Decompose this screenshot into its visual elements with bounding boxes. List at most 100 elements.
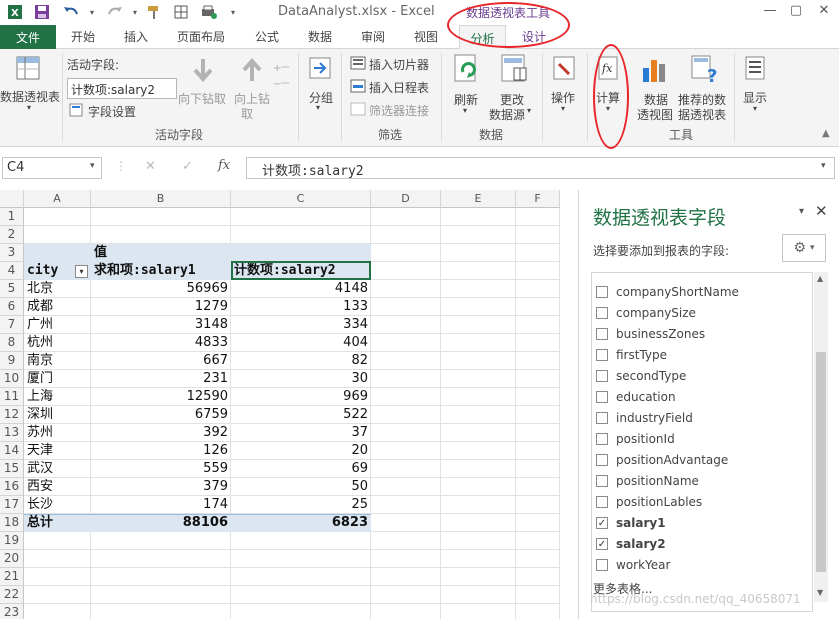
column-header[interactable]: F (516, 190, 560, 208)
actions-dropdown-icon[interactable]: ▾ (561, 104, 565, 113)
pivot-sum-cell[interactable]: 3148 (94, 316, 231, 334)
tab-page-layout[interactable]: 页面布局 (177, 28, 225, 45)
field-item-firsttype[interactable]: firstType (596, 345, 667, 365)
field-checkbox[interactable] (596, 328, 608, 340)
field-item-businesszones[interactable]: businessZones (596, 324, 705, 344)
drill-down-button[interactable]: 向下钻取 (178, 90, 226, 107)
field-item-positionname[interactable]: positionName (596, 471, 699, 491)
pivot-count-cell[interactable]: 37 (234, 424, 371, 442)
field-checkbox[interactable]: ✓ (596, 538, 608, 550)
row-header[interactable]: 8 (0, 334, 24, 352)
pivot-sum-cell[interactable]: 174 (94, 496, 231, 514)
tab-file[interactable]: 文件 (0, 25, 56, 49)
pivot-sum-cell[interactable]: 379 (94, 478, 231, 496)
field-checkbox[interactable] (596, 370, 608, 382)
pivot-city-cell[interactable]: 厦门 (27, 370, 91, 388)
pivot-city-cell[interactable]: 杭州 (27, 334, 91, 352)
sum-salary1-header[interactable]: 求和项:salary1 (94, 262, 231, 280)
insert-timeline-button[interactable]: 插入日程表 (369, 79, 429, 96)
pivotchart-button[interactable]: 透视图 (637, 106, 673, 123)
pivot-sum-cell[interactable]: 4833 (94, 334, 231, 352)
row-header[interactable]: 14 (0, 442, 24, 460)
pivot-city-cell[interactable]: 上海 (27, 388, 91, 406)
select-all-corner[interactable] (0, 190, 24, 208)
field-item-secondtype[interactable]: secondType (596, 366, 686, 386)
row-header[interactable]: 3 (0, 244, 24, 262)
pivot-count-cell[interactable]: 82 (234, 352, 371, 370)
field-checkbox[interactable]: ✓ (596, 517, 608, 529)
confirm-entry-icon[interactable]: ✓ (182, 159, 193, 174)
pivot-city-cell[interactable]: 广州 (27, 316, 91, 334)
pivot-count-cell[interactable]: 25 (234, 496, 371, 514)
refresh-dropdown-icon[interactable]: ▾ (463, 106, 467, 115)
pivot-count-cell[interactable]: 334 (234, 316, 371, 334)
row-header[interactable]: 19 (0, 532, 24, 550)
field-item-positionid[interactable]: positionId (596, 429, 675, 449)
row-header[interactable]: 10 (0, 370, 24, 388)
scrollbar-thumb[interactable] (816, 352, 826, 572)
pivot-count-cell[interactable]: 522 (234, 406, 371, 424)
row-header[interactable]: 1 (0, 208, 24, 226)
pivot-city-cell[interactable]: 北京 (27, 280, 91, 298)
column-header[interactable]: E (441, 190, 516, 208)
expand-formula-icon[interactable]: ▾ (821, 161, 826, 171)
tools-gear-icon[interactable]: ⚙ ▾ (782, 234, 826, 262)
pivot-count-cell[interactable]: 30 (234, 370, 371, 388)
tab-data[interactable]: 数据 (308, 28, 332, 45)
pivot-count-cell[interactable]: 969 (234, 388, 371, 406)
restore-icon[interactable]: ▢ (786, 3, 806, 18)
field-checkbox[interactable] (596, 475, 608, 487)
pivot-city-cell[interactable]: 苏州 (27, 424, 91, 442)
field-item-industryfield[interactable]: industryField (596, 408, 693, 428)
tab-view[interactable]: 视图 (414, 28, 438, 45)
pivot-city-cell[interactable]: 南京 (27, 352, 91, 370)
field-checkbox[interactable] (596, 286, 608, 298)
tab-review[interactable]: 审阅 (361, 28, 385, 45)
field-item-companysize[interactable]: companySize (596, 303, 696, 323)
pivot-count-cell[interactable]: 20 (234, 442, 371, 460)
group-dropdown-icon[interactable]: ▾ (316, 103, 320, 112)
row-header[interactable]: 22 (0, 586, 24, 604)
tab-home[interactable]: 开始 (71, 28, 95, 45)
pivot-sum-cell[interactable]: 559 (94, 460, 231, 478)
column-header[interactable]: D (371, 190, 441, 208)
name-box[interactable]: C4 (2, 157, 102, 179)
group-button[interactable]: 分组 (309, 89, 333, 106)
row-header[interactable]: 5 (0, 280, 24, 298)
worksheet-grid[interactable]: A B C D E F 1 2 3 4 5 6 7 8 9 10 11 12 13 14 15 16 17 18 19 20 21 2… (0, 190, 560, 619)
pivot-count-cell[interactable]: 4148 (234, 280, 371, 298)
row-header[interactable]: 17 (0, 496, 24, 514)
customize-qat-icon[interactable]: ▾ (224, 3, 242, 21)
filter-connections-button[interactable]: 筛选器连接 (369, 102, 429, 119)
pivot-sum-cell[interactable]: 392 (94, 424, 231, 442)
undo-dropdown-icon[interactable]: ▾ (83, 3, 101, 21)
row-header[interactable]: 9 (0, 352, 24, 370)
field-checkbox[interactable] (596, 433, 608, 445)
tab-insert[interactable]: 插入 (124, 28, 148, 45)
pivot-city-cell[interactable]: 深圳 (27, 406, 91, 424)
formula-input[interactable]: 计数项:salary2 (246, 157, 835, 179)
pivot-sum-cell[interactable]: 126 (94, 442, 231, 460)
row-header[interactable]: 2 (0, 226, 24, 244)
grand-total-count[interactable]: 6823 (234, 514, 371, 532)
pivot-city-cell[interactable]: 长沙 (27, 496, 91, 514)
pivot-city-cell[interactable]: 天津 (27, 442, 91, 460)
field-settings-button[interactable]: 字段设置 (88, 103, 136, 120)
pivot-count-cell[interactable]: 404 (234, 334, 371, 352)
format-painter-icon[interactable] (145, 3, 163, 21)
field-item-education[interactable]: education (596, 387, 676, 407)
pivot-count-cell[interactable]: 133 (234, 298, 371, 316)
field-item-salary1[interactable]: ✓ salary1 (596, 513, 666, 533)
row-header[interactable]: 21 (0, 568, 24, 586)
pivot-city-cell[interactable]: 西安 (27, 478, 91, 496)
field-checkbox[interactable] (596, 349, 608, 361)
tab-formulas[interactable]: 公式 (255, 28, 279, 45)
field-checkbox[interactable] (596, 496, 608, 508)
close-window-icon[interactable]: ✕ (814, 3, 834, 18)
field-checkbox[interactable] (596, 559, 608, 571)
field-checkbox[interactable] (596, 307, 608, 319)
grand-total-sum[interactable]: 88106 (94, 514, 231, 532)
pivot-values-header[interactable]: 值 (94, 244, 231, 262)
show-dropdown-icon[interactable]: ▾ (753, 104, 757, 113)
pivot-count-cell[interactable]: 50 (234, 478, 371, 496)
